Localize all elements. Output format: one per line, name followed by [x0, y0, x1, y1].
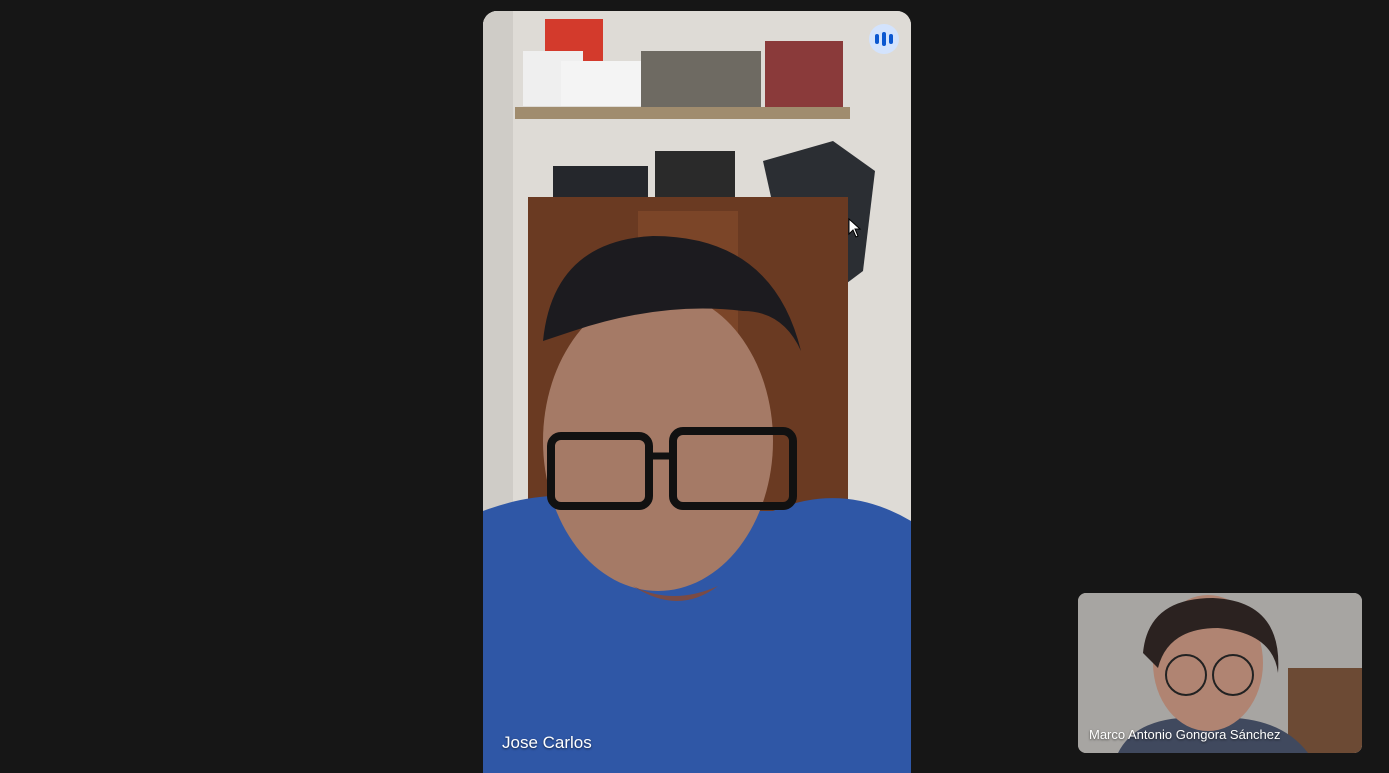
meeting-stage: Jose Carlos Marco Antonio Gongora Sánche…: [0, 0, 1389, 773]
participant-name: Jose Carlos: [502, 733, 592, 752]
participant-video: [483, 11, 911, 773]
participant-tile-main[interactable]: Jose Carlos: [483, 11, 911, 773]
audio-level-icon: [869, 24, 899, 54]
self-view-name: Marco Antonio Gongora Sánchez: [1089, 727, 1281, 742]
self-view-tile[interactable]: Marco Antonio Gongora Sánchez: [1078, 593, 1362, 753]
mouse-cursor-icon: [848, 218, 862, 238]
